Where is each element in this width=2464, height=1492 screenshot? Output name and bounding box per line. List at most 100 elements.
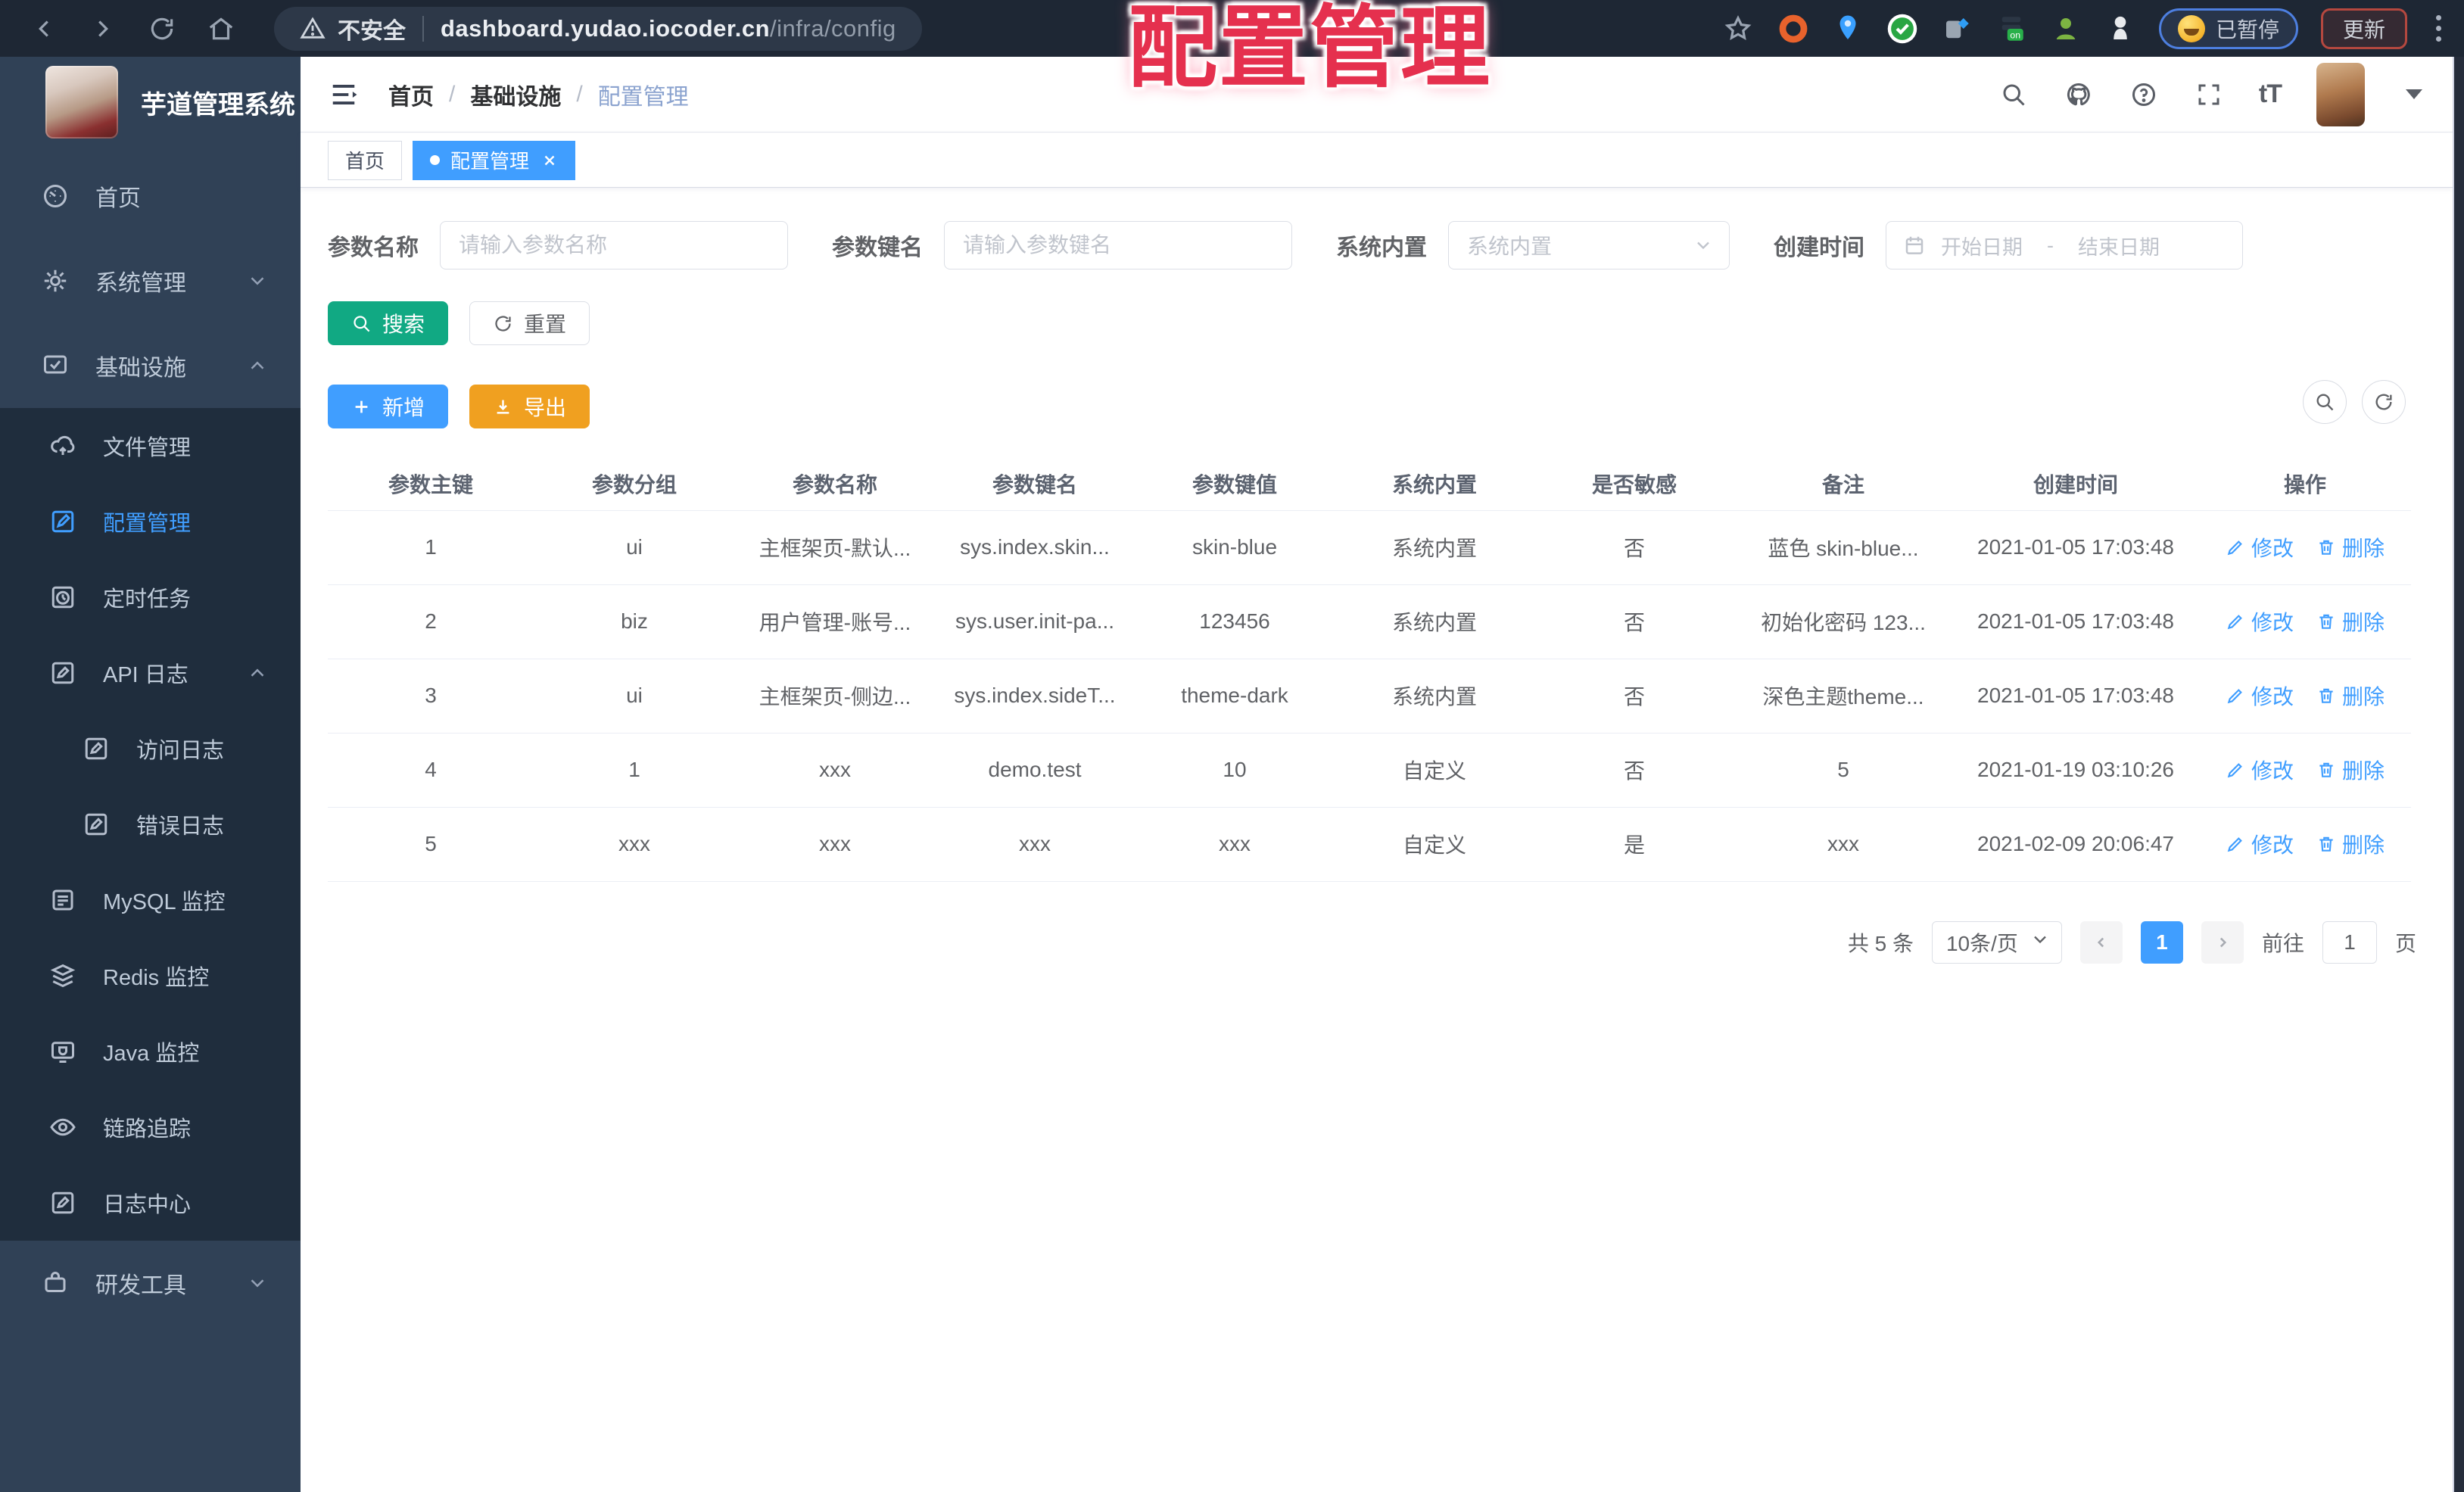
calendar-icon: [1903, 234, 1926, 257]
refresh-button[interactable]: [2362, 380, 2406, 424]
sidebar-menu: 首页 系统管理 基础设施 文件管理 配置管理 定时任务 API 日志 访问日志 …: [0, 154, 301, 1325]
breadcrumb-infra[interactable]: 基础设施: [470, 78, 561, 111]
help-icon[interactable]: [2129, 79, 2159, 110]
param-key-input[interactable]: [944, 221, 1292, 269]
sidebar-item-home[interactable]: 首页: [0, 154, 301, 238]
range-separator: -: [2047, 233, 2054, 257]
reset-button[interactable]: 重置: [469, 301, 590, 345]
goto-page-input[interactable]: [2322, 920, 2377, 964]
cell-param-value: 123456: [1135, 584, 1335, 659]
sidebar-item-label: 链路追踪: [103, 1117, 192, 1142]
edit-link[interactable]: 修改: [2226, 532, 2294, 562]
create-time-range-picker[interactable]: 开始日期 - 结束日期: [1886, 221, 2243, 269]
export-button[interactable]: 导出: [469, 385, 590, 428]
cell-remark: 深色主题theme...: [1734, 659, 1952, 734]
dashboard-icon: [41, 182, 70, 210]
table-row: 4 1 xxx demo.test 10 自定义 否 5 2021-01-19 …: [328, 733, 2411, 808]
delete-link[interactable]: 删除: [2316, 606, 2385, 637]
home-icon[interactable]: [204, 12, 238, 45]
fullscreen-icon[interactable]: [2194, 79, 2224, 110]
sidebar-item-tracing[interactable]: 链路追踪: [0, 1089, 301, 1165]
sidebar-item-config-manage[interactable]: 配置管理: [0, 484, 301, 559]
extension-person-icon[interactable]: [2050, 13, 2082, 45]
delete-link[interactable]: 删除: [2316, 829, 2385, 859]
edit-link[interactable]: 修改: [2226, 681, 2294, 711]
sidebar-item-java-monitor[interactable]: Java 监控: [0, 1014, 301, 1089]
reload-icon[interactable]: [145, 12, 179, 45]
edit-square-icon: [48, 507, 77, 536]
hamburger-icon[interactable]: [328, 79, 361, 110]
log-edit-icon: [82, 810, 111, 839]
timer-icon: [48, 583, 77, 612]
extension-green-check-icon[interactable]: [1886, 13, 1918, 45]
profile-paused-badge[interactable]: 已暂停: [2158, 8, 2298, 49]
table-row: 1 ui 主框架页-默认... sys.index.skin... skin-b…: [328, 510, 2411, 585]
sidebar-item-redis-monitor[interactable]: Redis 监控: [0, 938, 301, 1014]
browser-actions: on 已暂停 更新: [1721, 8, 2447, 49]
sidebar-item-api-log[interactable]: API 日志: [0, 635, 301, 711]
search-icon[interactable]: [1998, 79, 2029, 110]
col-header: 创建时间: [1952, 457, 2199, 511]
breadcrumb-home[interactable]: 首页: [388, 78, 434, 111]
extension-puzzle-icon[interactable]: [1941, 13, 1973, 45]
back-icon[interactable]: [27, 12, 61, 45]
edit-link[interactable]: 修改: [2226, 829, 2294, 859]
cell-param-key: demo.test: [935, 733, 1135, 808]
address-bar[interactable]: 不安全 dashboard.yudao.iocoder.cn/infra/con…: [274, 6, 922, 51]
browser-menu-kebab-icon[interactable]: [2430, 15, 2447, 42]
tab-home[interactable]: 首页: [328, 140, 403, 180]
edit-link[interactable]: 修改: [2226, 606, 2294, 637]
sidebar-item-dev-tools[interactable]: 研发工具: [0, 1241, 301, 1325]
sidebar-item-log-center[interactable]: 日志中心: [0, 1165, 301, 1241]
github-icon[interactable]: [2064, 79, 2094, 110]
search-button[interactable]: 搜索: [328, 301, 449, 345]
cell-builtin: 系统内置: [1335, 510, 1534, 585]
sidebar-submenu-infra: 文件管理 配置管理 定时任务 API 日志 访问日志 错误日志 MySQL 监控…: [0, 408, 301, 1241]
edit-link[interactable]: 修改: [2226, 755, 2294, 785]
caret-down-icon[interactable]: [2406, 89, 2422, 99]
sidebar-item-system[interactable]: 系统管理: [0, 238, 301, 323]
cell-param-id: 3: [328, 659, 534, 734]
delete-link[interactable]: 删除: [2316, 532, 2385, 562]
page-size-select[interactable]: 10条/页: [1931, 920, 2062, 964]
url-text[interactable]: dashboard.yudao.iocoder.cn/infra/config: [441, 15, 896, 42]
sidebar-item-label: Java 监控: [103, 1042, 200, 1066]
cell-param-key: sys.index.skin...: [935, 510, 1135, 585]
toggle-search-button[interactable]: [2303, 380, 2347, 424]
delete-link[interactable]: 删除: [2316, 755, 2385, 785]
user-avatar[interactable]: [2316, 62, 2365, 126]
bookmark-star-icon[interactable]: [1721, 12, 1755, 45]
sidebar-item-file-manage[interactable]: 文件管理: [0, 408, 301, 484]
font-size-icon[interactable]: tT: [2259, 79, 2282, 109]
forward-icon[interactable]: [86, 12, 120, 45]
sidebar-item-error-log[interactable]: 错误日志: [0, 786, 301, 862]
param-name-input[interactable]: [440, 221, 788, 269]
cell-create-time: 2021-01-05 17:03:48: [1952, 510, 2199, 585]
sidebar-logo-row[interactable]: 芋道管理系统: [0, 57, 301, 148]
prev-page-button[interactable]: [2079, 920, 2123, 964]
browser-update-button[interactable]: 更新: [2320, 8, 2407, 49]
next-page-button[interactable]: [2201, 920, 2244, 964]
layers-icon: [48, 961, 77, 990]
search-button-row: 搜索 重置: [328, 301, 2453, 345]
close-icon[interactable]: [541, 152, 558, 169]
briefcase-icon: [41, 1269, 70, 1297]
sidebar-item-access-log[interactable]: 访问日志: [0, 711, 301, 786]
active-tab-dot: [430, 155, 441, 165]
app-title: 芋道管理系统: [141, 90, 295, 120]
window-scrollbar-edge[interactable]: [2453, 57, 2464, 1492]
extension-orange-ring-icon[interactable]: [1777, 13, 1809, 45]
config-table: 参数主键 参数分组 参数名称 参数键名 参数键值 系统内置 是否敏感 备注 创建…: [328, 457, 2411, 882]
extension-pin-icon[interactable]: [1832, 13, 1864, 45]
system-builtin-select[interactable]: 系统内置: [1448, 221, 1730, 269]
sidebar-item-mysql-monitor[interactable]: MySQL 监控: [0, 862, 301, 938]
sidebar-item-scheduled-jobs[interactable]: 定时任务: [0, 559, 301, 635]
extension-pawn-icon[interactable]: [2104, 13, 2136, 45]
page-number-button[interactable]: 1: [2140, 920, 2183, 964]
add-button[interactable]: 新增: [328, 385, 449, 428]
tab-config-manage[interactable]: 配置管理: [413, 140, 576, 180]
extension-on-badge-icon[interactable]: on: [1995, 13, 2027, 45]
sidebar-item-infra[interactable]: 基础设施: [0, 323, 301, 408]
security-label[interactable]: 不安全: [338, 12, 406, 45]
delete-link[interactable]: 删除: [2316, 681, 2385, 711]
